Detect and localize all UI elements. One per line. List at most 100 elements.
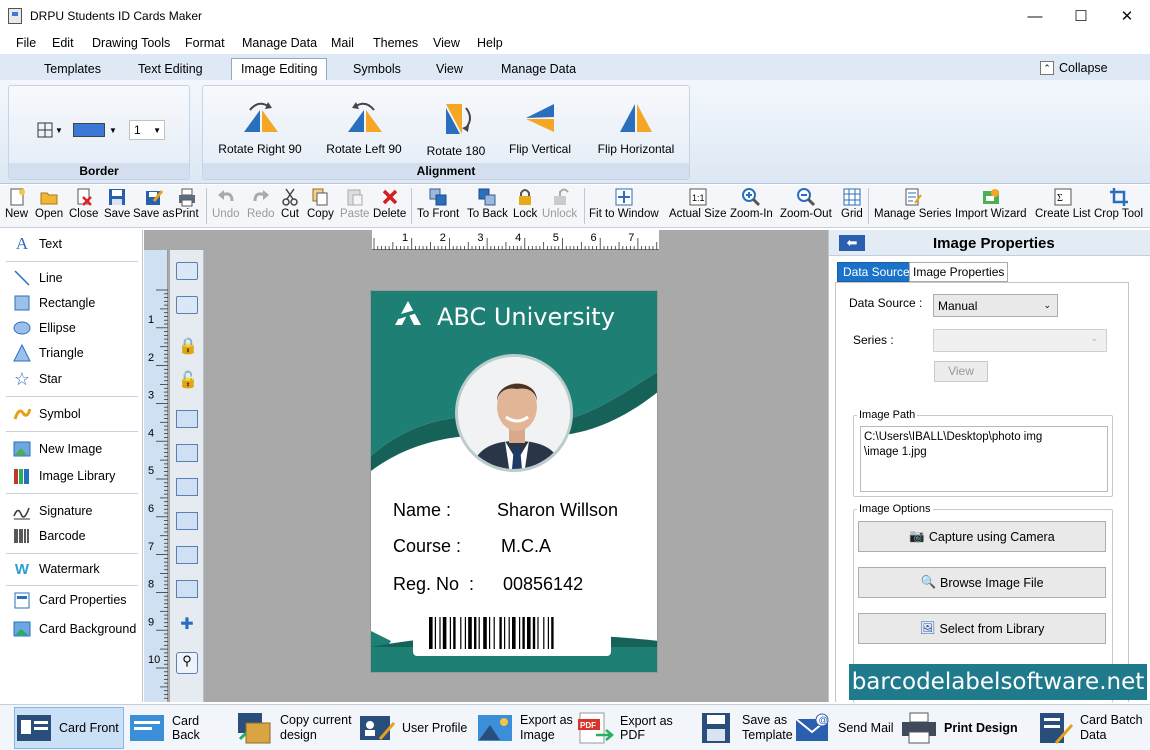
menu-format[interactable]: Format: [185, 36, 225, 50]
ungroup-icon[interactable]: [176, 296, 198, 314]
image-library-tool[interactable]: Image Library: [12, 467, 115, 485]
lock-button[interactable]: Lock: [513, 187, 537, 220]
manage-series-button[interactable]: Manage Series: [874, 187, 951, 220]
tab-image-editing[interactable]: Image Editing: [231, 58, 328, 82]
card-batch-button[interactable]: Card Batch Data: [1036, 707, 1146, 749]
card-back-button[interactable]: Card Back: [128, 707, 228, 749]
align-top-icon[interactable]: [176, 478, 198, 496]
import-wizard-button[interactable]: Import Wizard: [955, 187, 1027, 220]
move-icon[interactable]: ✚: [176, 614, 198, 636]
barcode-box[interactable]: [413, 611, 611, 656]
cut-button[interactable]: Cut: [280, 187, 300, 220]
tab-symbols[interactable]: Symbols: [353, 62, 401, 76]
print-design-button[interactable]: Print Design: [900, 707, 1024, 749]
align-left-icon[interactable]: [176, 410, 198, 428]
course-value[interactable]: M.C.A: [501, 536, 551, 557]
watermark-tool[interactable]: W Watermark: [12, 560, 100, 578]
barcode-tool[interactable]: Barcode: [12, 527, 86, 545]
close-button[interactable]: Close: [69, 187, 98, 220]
paste-button[interactable]: Paste: [340, 187, 369, 220]
redo-button[interactable]: Redo: [247, 187, 275, 220]
zoom-object-icon[interactable]: ⚲: [176, 652, 198, 674]
symbol-tool[interactable]: Symbol: [12, 405, 81, 423]
save-button[interactable]: Save: [104, 187, 130, 220]
crop-tool-button[interactable]: Crop Tool: [1094, 187, 1143, 220]
send-mail-button[interactable]: @ Send Mail: [794, 707, 894, 749]
export-image-button[interactable]: Export as Image: [476, 707, 576, 749]
unlock-button[interactable]: Unlock: [542, 187, 577, 220]
close-window-button[interactable]: ✕: [1104, 0, 1150, 32]
copy-button[interactable]: Copy: [307, 187, 334, 220]
menu-view[interactable]: View: [433, 36, 460, 50]
id-card[interactable]: ABC University Name : Sharon Willson Cou…: [370, 290, 658, 673]
course-label[interactable]: Course :: [393, 536, 461, 557]
data-source-select[interactable]: Manual ⌄: [933, 294, 1058, 317]
save-as-button[interactable]: Save as: [133, 187, 175, 220]
maximize-button[interactable]: ☐: [1058, 0, 1104, 32]
menu-drawing-tools[interactable]: Drawing Tools: [92, 36, 170, 50]
menu-help[interactable]: Help: [477, 36, 503, 50]
select-library-button[interactable]: 🖼 Select from Library: [858, 613, 1106, 644]
browse-image-button[interactable]: 🔍 Browse Image File: [858, 567, 1106, 598]
star-tool[interactable]: ☆ Star: [12, 369, 62, 389]
new-image-tool[interactable]: New Image: [12, 440, 102, 458]
menu-manage-data[interactable]: Manage Data: [242, 36, 317, 50]
name-label[interactable]: Name :: [393, 500, 451, 521]
center-horizontal-icon[interactable]: [176, 546, 198, 564]
print-button[interactable]: Print: [175, 187, 199, 220]
card-background-tool[interactable]: Card Background: [12, 620, 136, 638]
line-tool[interactable]: Line: [12, 269, 63, 287]
minimize-button[interactable]: —: [1012, 0, 1058, 32]
fit-to-window-button[interactable]: Fit to Window: [589, 187, 659, 220]
tab-templates[interactable]: Templates: [44, 62, 101, 76]
lock-object-icon[interactable]: 🔒: [178, 336, 198, 356]
tab-view[interactable]: View: [436, 62, 463, 76]
tab-text-editing[interactable]: Text Editing: [138, 62, 203, 76]
image-path-field[interactable]: C:\Users\IBALL\Desktop\photo img \image …: [860, 426, 1108, 492]
card-front-button[interactable]: Card Front: [14, 707, 124, 749]
unlock-object-icon[interactable]: 🔓: [178, 370, 198, 390]
flip-vertical-button[interactable]: Flip Vertical: [495, 100, 585, 156]
border-color-dropdown[interactable]: ▼: [73, 120, 119, 140]
triangle-tool[interactable]: Triangle: [12, 344, 84, 362]
copy-design-button[interactable]: Copy current design: [236, 707, 356, 749]
series-select[interactable]: ⌄: [933, 329, 1107, 352]
flip-horizontal-button[interactable]: Flip Horizontal: [591, 100, 681, 156]
grid-button[interactable]: Grid: [841, 187, 863, 220]
actual-size-button[interactable]: 1:1 Actual Size: [669, 187, 727, 220]
rectangle-tool[interactable]: Rectangle: [12, 294, 95, 312]
tab-data-source[interactable]: Data Source: [837, 262, 916, 282]
zoom-out-button[interactable]: Zoom-Out: [780, 187, 832, 220]
rotate-180-button[interactable]: Rotate 180: [411, 100, 501, 158]
capture-camera-button[interactable]: 📷 Capture using Camera: [858, 521, 1106, 552]
back-arrow-icon[interactable]: ⬅: [839, 235, 865, 251]
border-style-dropdown[interactable]: ▼: [37, 120, 63, 140]
view-button[interactable]: View: [934, 361, 988, 382]
user-profile-button[interactable]: User Profile: [358, 707, 468, 749]
rotate-left-90-button[interactable]: Rotate Left 90: [319, 100, 409, 156]
border-width-dropdown[interactable]: 1 ▼: [129, 120, 165, 140]
ellipse-tool[interactable]: Ellipse: [12, 319, 76, 337]
to-front-button[interactable]: To Front: [417, 187, 459, 220]
center-vertical-icon[interactable]: [176, 580, 198, 598]
tab-manage-data[interactable]: Manage Data: [501, 62, 576, 76]
export-pdf-button[interactable]: PDF Export as PDF: [576, 707, 696, 749]
delete-button[interactable]: Delete: [373, 187, 406, 220]
menu-themes[interactable]: Themes: [373, 36, 418, 50]
tab-image-properties[interactable]: Image Properties: [909, 262, 1009, 282]
create-list-button[interactable]: Σ Create List: [1035, 187, 1091, 220]
align-bottom-icon[interactable]: [176, 512, 198, 530]
open-button[interactable]: Open: [35, 187, 63, 220]
rotate-right-90-button[interactable]: Rotate Right 90: [215, 100, 305, 156]
signature-tool[interactable]: Signature: [12, 502, 93, 520]
name-value[interactable]: Sharon Willson: [497, 500, 618, 521]
undo-button[interactable]: Undo: [212, 187, 240, 220]
menu-file[interactable]: File: [16, 36, 36, 50]
to-back-button[interactable]: To Back: [467, 187, 508, 220]
collapse-button[interactable]: ⌃ Collapse: [1040, 61, 1108, 75]
zoom-in-button[interactable]: Zoom-In: [730, 187, 773, 220]
menu-mail[interactable]: Mail: [331, 36, 354, 50]
new-button[interactable]: New: [5, 187, 28, 220]
save-template-button[interactable]: Save as Template: [698, 707, 793, 749]
student-photo[interactable]: [455, 354, 573, 472]
